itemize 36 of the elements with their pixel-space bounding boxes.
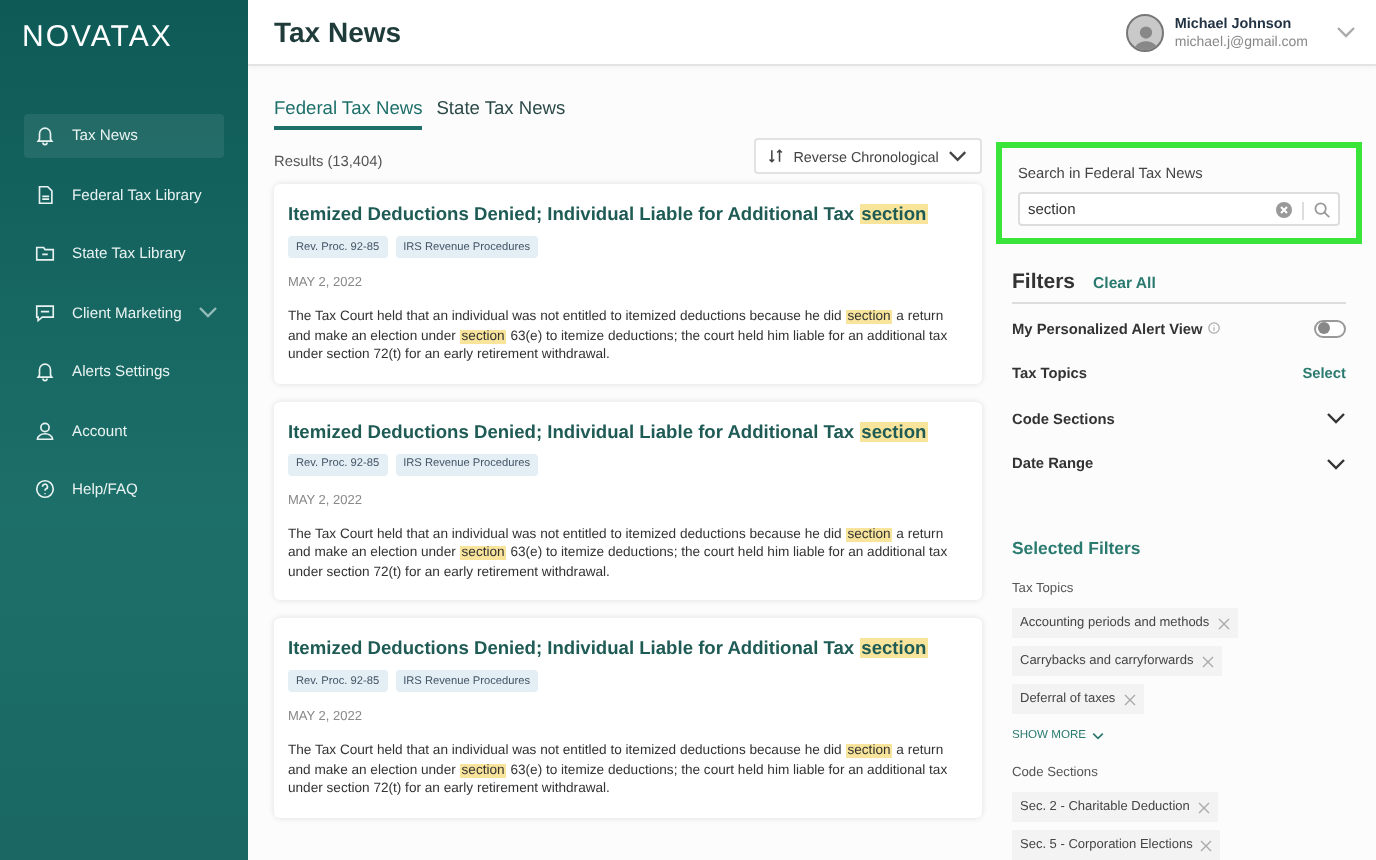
tab[interactable]: State Tax News (436, 98, 566, 130)
close-icon[interactable] (1200, 839, 1213, 851)
filters-heading: Filters (1012, 270, 1076, 294)
article-title[interactable]: Itemized Deductions Denied; Individual Liable for Additional Tax section (288, 204, 966, 224)
article-card[interactable] (274, 184, 982, 383)
bell-icon (34, 360, 56, 383)
folder-icon (34, 242, 56, 265)
chevron-down-icon (948, 150, 968, 162)
close-icon[interactable] (1197, 801, 1210, 813)
selected-filters-heading: Selected Filters (1012, 538, 1143, 558)
close-icon[interactable] (1217, 617, 1230, 629)
search-icon[interactable] (1314, 202, 1330, 218)
clear-icon[interactable] (1276, 202, 1292, 218)
chevron-down-icon (1092, 732, 1105, 740)
toggle-switch[interactable] (1314, 319, 1346, 338)
close-icon[interactable] (1123, 693, 1136, 705)
chevron-down-icon[interactable] (1326, 457, 1346, 470)
person-icon (34, 419, 56, 442)
article-card[interactable] (274, 618, 982, 817)
tab[interactable]: Federal Tax News (274, 98, 423, 130)
article-title[interactable]: Itemized Deductions Denied; Individual Liable for Additional Tax section (288, 421, 966, 441)
bell-icon (34, 124, 56, 147)
chevron-down-icon[interactable] (1326, 412, 1346, 425)
chat-bubble-icon (34, 301, 56, 324)
document-icon (34, 183, 56, 206)
sort-arrows-icon (768, 148, 784, 164)
brand-logo: NOVATAX (20, 20, 175, 54)
article-card[interactable] (274, 401, 982, 600)
chevron-down-icon (197, 306, 218, 319)
page-title: Tax News (274, 16, 404, 48)
avatar-icon[interactable] (1126, 13, 1165, 51)
close-icon[interactable] (1201, 655, 1214, 667)
info-icon (1208, 322, 1221, 335)
article-title[interactable]: Itemized Deductions Denied; Individual Liable for Additional Tax section (288, 638, 966, 658)
chevron-down-icon (1336, 26, 1356, 38)
question-circle-icon (34, 478, 56, 501)
